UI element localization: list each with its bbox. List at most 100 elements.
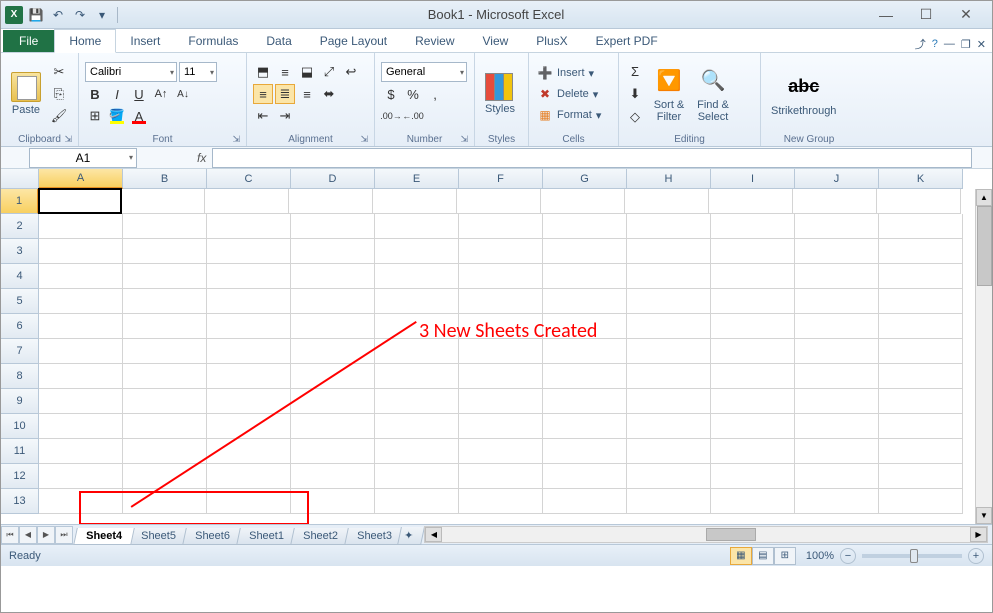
format-button[interactable]: ▦Format ▾ [535, 106, 603, 124]
select-all-corner[interactable] [1, 169, 39, 189]
row-header[interactable]: 4 [1, 264, 39, 289]
row-header[interactable]: 11 [1, 439, 39, 464]
cell[interactable] [459, 389, 543, 414]
zoom-level[interactable]: 100% [806, 550, 834, 562]
cell[interactable] [795, 289, 879, 314]
cell[interactable] [543, 289, 627, 314]
cell[interactable] [627, 264, 711, 289]
cell[interactable] [291, 314, 375, 339]
percent-button[interactable]: % [403, 84, 423, 104]
cell[interactable] [39, 264, 123, 289]
cell[interactable] [123, 414, 207, 439]
cell[interactable] [543, 439, 627, 464]
workbook-restore[interactable]: ❐ [961, 38, 971, 51]
cell[interactable] [289, 189, 373, 214]
orientation-button[interactable]: ⤢ [319, 62, 339, 82]
cell[interactable] [123, 364, 207, 389]
row-header[interactable]: 1 [1, 189, 39, 214]
cell[interactable] [39, 364, 123, 389]
help-button[interactable]: ? [932, 38, 938, 50]
cell[interactable] [627, 239, 711, 264]
cell[interactable] [375, 289, 459, 314]
cell[interactable] [207, 214, 291, 239]
cell[interactable] [627, 214, 711, 239]
page-layout-view-button[interactable]: ▤ [752, 547, 774, 565]
cell[interactable] [879, 414, 963, 439]
delete-button[interactable]: ✖Delete ▾ [535, 85, 600, 103]
cell[interactable] [39, 214, 123, 239]
cell[interactable] [879, 464, 963, 489]
cell[interactable] [207, 239, 291, 264]
cell[interactable] [207, 414, 291, 439]
scroll-thumb[interactable] [977, 206, 992, 286]
number-format-combo[interactable]: General [381, 62, 467, 82]
column-header[interactable]: D [291, 169, 375, 189]
cell[interactable] [39, 314, 123, 339]
row-header[interactable]: 5 [1, 289, 39, 314]
worksheet-grid[interactable]: A B C D E F G H I J K 12345678910111213 … [1, 169, 992, 524]
cell[interactable] [123, 439, 207, 464]
cell[interactable] [123, 314, 207, 339]
cell[interactable] [207, 264, 291, 289]
strikethrough-button[interactable]: abc Strikethrough [767, 69, 840, 119]
vertical-scrollbar[interactable]: ▲ ▼ [975, 189, 992, 524]
column-header[interactable]: F [459, 169, 543, 189]
cell[interactable] [793, 189, 877, 214]
cell[interactable] [39, 389, 123, 414]
tab-formulas[interactable]: Formulas [174, 30, 252, 52]
dialog-launcher[interactable]: ⇲ [232, 134, 240, 145]
column-header[interactable]: G [543, 169, 627, 189]
cell[interactable] [459, 464, 543, 489]
cell[interactable] [543, 364, 627, 389]
tab-plusx[interactable]: PlusX [522, 30, 581, 52]
decrease-font-button[interactable]: A↓ [173, 84, 193, 104]
cell[interactable] [795, 364, 879, 389]
cell[interactable] [711, 214, 795, 239]
cell[interactable] [207, 464, 291, 489]
sheet-tab[interactable]: Sheet3 [344, 528, 404, 545]
insert-button[interactable]: ➕Insert ▾ [535, 64, 596, 82]
cell[interactable] [459, 439, 543, 464]
file-tab[interactable]: File [3, 30, 54, 52]
dialog-launcher[interactable]: ⇲ [64, 134, 72, 145]
row-header[interactable]: 6 [1, 314, 39, 339]
cell[interactable] [291, 214, 375, 239]
cell[interactable] [795, 339, 879, 364]
cell[interactable] [39, 464, 123, 489]
workbook-minimize[interactable]: ― [944, 38, 955, 50]
cell[interactable] [711, 364, 795, 389]
cell[interactable] [291, 289, 375, 314]
cell[interactable] [627, 314, 711, 339]
cell[interactable] [543, 414, 627, 439]
fill-color-button[interactable]: 🪣 [107, 106, 127, 126]
fill-button[interactable]: ⬇ [625, 84, 645, 104]
cell[interactable] [627, 489, 711, 514]
column-header[interactable]: K [879, 169, 963, 189]
cell[interactable] [39, 239, 123, 264]
cell[interactable] [543, 214, 627, 239]
cell[interactable] [627, 289, 711, 314]
tab-home[interactable]: Home [54, 29, 116, 53]
cell[interactable] [627, 464, 711, 489]
cell[interactable] [205, 189, 289, 214]
cell[interactable] [541, 189, 625, 214]
tab-view[interactable]: View [469, 30, 523, 52]
tab-insert[interactable]: Insert [116, 30, 174, 52]
column-header[interactable]: I [711, 169, 795, 189]
cell[interactable] [459, 239, 543, 264]
dialog-launcher[interactable]: ⇲ [460, 134, 468, 145]
undo-button[interactable]: ↶ [49, 6, 67, 24]
cell[interactable] [375, 464, 459, 489]
decrease-decimal-button[interactable]: ←.00 [403, 106, 423, 126]
scroll-left-button[interactable]: ◀ [425, 527, 442, 542]
cell[interactable] [291, 339, 375, 364]
save-button[interactable]: 💾 [27, 6, 45, 24]
cell[interactable] [711, 464, 795, 489]
cell[interactable] [207, 439, 291, 464]
row-header[interactable]: 7 [1, 339, 39, 364]
cell[interactable] [459, 289, 543, 314]
minimize-button[interactable]: — [872, 5, 900, 25]
last-sheet-button[interactable]: ⏭ [55, 526, 73, 544]
font-color-button[interactable]: A [129, 106, 149, 126]
increase-indent-button[interactable]: ⇥ [275, 106, 295, 126]
